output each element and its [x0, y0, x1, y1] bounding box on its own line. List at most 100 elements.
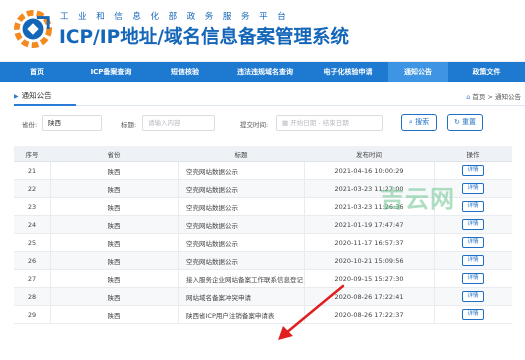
detail-button[interactable]: 详情: [462, 237, 484, 248]
ministry-name: 工业和信息化部政务服务平台: [60, 12, 296, 22]
home-icon[interactable]: ⌂: [466, 93, 470, 101]
row-province: 陕西: [107, 293, 121, 302]
detail-button[interactable]: 详情: [462, 291, 484, 302]
detail-button[interactable]: 详情: [462, 183, 484, 194]
search-icon: ⌕: [408, 118, 413, 126]
site-watermark: 吉云网: [380, 185, 455, 213]
row-province: 陕西: [107, 167, 121, 176]
row-title: 接入服务企业网站备案工作联系信息登记: [186, 275, 303, 284]
row-no: 21: [27, 166, 37, 175]
section-title-text: 通知公告: [21, 91, 52, 100]
reset-button-label: 重置: [462, 118, 477, 126]
section-title: ▶ 通知公告: [14, 90, 52, 101]
row-title: 空壳网站数据公示: [186, 221, 238, 230]
row-title: 空壳网站数据公示: [186, 239, 238, 248]
calendar-icon: ▦: [282, 119, 289, 127]
row-action: 详情: [434, 288, 512, 305]
row-action: 详情: [434, 216, 512, 233]
nav-item-notice[interactable]: 通知公告: [388, 62, 448, 82]
system-title: ICP/IP地址/域名信息备案管理系统: [59, 27, 349, 48]
row-no: 23: [27, 202, 37, 211]
nav-item-illegal-domain[interactable]: 违法违规域名查询: [222, 62, 308, 82]
row-action: 详情: [434, 252, 512, 269]
site-header: 工业和信息化部政务服务平台 ICP/IP地址/域名信息备案管理系统: [0, 0, 525, 62]
detail-button[interactable]: 详情: [462, 165, 484, 176]
row-time: 2020-11-17 16:57:37: [334, 238, 404, 247]
end-date-placeholder: 结束日期: [322, 119, 349, 127]
col-header-province: 省份: [107, 150, 121, 159]
row-action: 详情: [434, 162, 512, 179]
row-no: 26: [27, 256, 37, 265]
row-province: 陕西: [107, 257, 121, 266]
row-province: 陕西: [107, 311, 121, 320]
row-no: 22: [27, 184, 37, 193]
reset-icon: ↻: [453, 118, 460, 126]
row-title: 空壳网站数据公示: [186, 257, 238, 266]
title-input[interactable]: 请输入内容: [142, 115, 215, 131]
breadcrumb: ⌂ 首页 > 通知公告: [466, 91, 521, 101]
row-no: 25: [27, 238, 37, 247]
detail-button[interactable]: 详情: [462, 219, 484, 230]
province-label: 省份:: [22, 121, 38, 129]
start-date-placeholder: 开始日期: [290, 119, 317, 127]
row-province: 陕西: [107, 275, 121, 284]
nav-item-e-verify[interactable]: 电子化核验申请: [308, 62, 388, 82]
row-title: 空壳网站数据公示: [186, 185, 238, 194]
detail-button[interactable]: 详情: [462, 201, 484, 212]
table-row: 29 陕西 陕西省ICP用户注销备案申请表 2020-08-26 17:22:3…: [14, 306, 512, 324]
row-title: 网站域名备案冲突申请: [186, 293, 251, 302]
reset-button[interactable]: ↻ 重置: [447, 114, 483, 131]
col-header-no: 序号: [25, 150, 39, 159]
section-header: ▶ 通知公告 ⌂ 首页 > 通知公告: [14, 86, 525, 106]
row-action: 详情: [434, 306, 512, 323]
detail-button[interactable]: 详情: [462, 309, 484, 320]
row-time: 2021-04-16 10:00:29: [334, 166, 404, 175]
row-title: 空壳网站数据公示: [186, 203, 238, 212]
row-no: 28: [27, 292, 37, 301]
detail-button[interactable]: 详情: [462, 255, 484, 266]
table-row: 28 陕西 网站域名备案冲突申请 2020-08-26 17:22:41 详情: [14, 288, 512, 306]
row-time: 2020-10-21 15:09:56: [334, 256, 404, 265]
row-action: 详情: [434, 234, 512, 251]
row-time: 2020-08-26 17:22:37: [334, 310, 404, 319]
row-no: 27: [27, 274, 37, 283]
row-province: 陕西: [107, 221, 121, 230]
row-no: 29: [27, 310, 37, 319]
row-action: 详情: [434, 270, 512, 287]
row-province: 陕西: [107, 239, 121, 248]
detail-button[interactable]: 详情: [462, 273, 484, 284]
row-province: 陕西: [107, 203, 121, 212]
row-time: 2020-08-26 17:22:41: [334, 292, 404, 301]
title-label: 标题:: [121, 121, 137, 129]
nav-item-icp-query[interactable]: ICP备案查询: [74, 62, 148, 82]
nav-item-home[interactable]: 首页: [0, 62, 74, 82]
date-range-sep: -: [318, 119, 321, 127]
main-nav: 首页 ICP备案查询 短信核验 违法违规域名查询 电子化核验申请 通知公告 政策…: [0, 62, 525, 82]
table-row: 26 陕西 空壳网站数据公示 2020-10-21 15:09:56 详情: [14, 252, 512, 270]
row-time: 2020-09-15 15:27:30: [334, 274, 404, 283]
col-header-time: 发布时间: [356, 150, 382, 159]
col-header-title: 标题: [234, 150, 248, 159]
breadcrumb-sep: >: [487, 93, 493, 101]
table-row: 27 陕西 接入服务企业网站备案工作联系信息登记 2020-09-15 15:2…: [14, 270, 512, 288]
row-time: 2021-01-19 17:47:47: [334, 220, 404, 229]
row-title: 陕西省ICP用户注销备案申请表: [186, 311, 275, 320]
row-no: 24: [27, 220, 37, 229]
table-row: 24 陕西 空壳网站数据公示 2021-01-19 17:47:47 详情: [14, 216, 512, 234]
table-header-row: 序号 省份 标题 发布时间 操作: [14, 146, 512, 162]
row-province: 陕西: [107, 185, 121, 194]
site-logo-icon[interactable]: [14, 10, 52, 48]
nav-item-sms-verify[interactable]: 短信核验: [148, 62, 222, 82]
table-row: 25 陕西 空壳网站数据公示 2020-11-17 16:57:37 详情: [14, 234, 512, 252]
nav-item-policy[interactable]: 政策文件: [448, 62, 525, 82]
province-select[interactable]: 陕西: [42, 115, 102, 131]
search-button-label: 搜索: [415, 118, 430, 126]
search-button[interactable]: ⌕ 搜索: [401, 114, 437, 131]
section-underline: [14, 104, 76, 106]
date-range-input[interactable]: ▦ 开始日期 - 结束日期: [276, 115, 383, 131]
time-label: 提交时间:: [240, 121, 269, 129]
breadcrumb-home[interactable]: 首页: [472, 93, 485, 101]
breadcrumb-current: 通知公告: [495, 93, 521, 101]
col-header-action: 操作: [466, 150, 480, 159]
table-row: 21 陕西 空壳网站数据公示 2021-04-16 10:00:29 详情: [14, 162, 512, 180]
